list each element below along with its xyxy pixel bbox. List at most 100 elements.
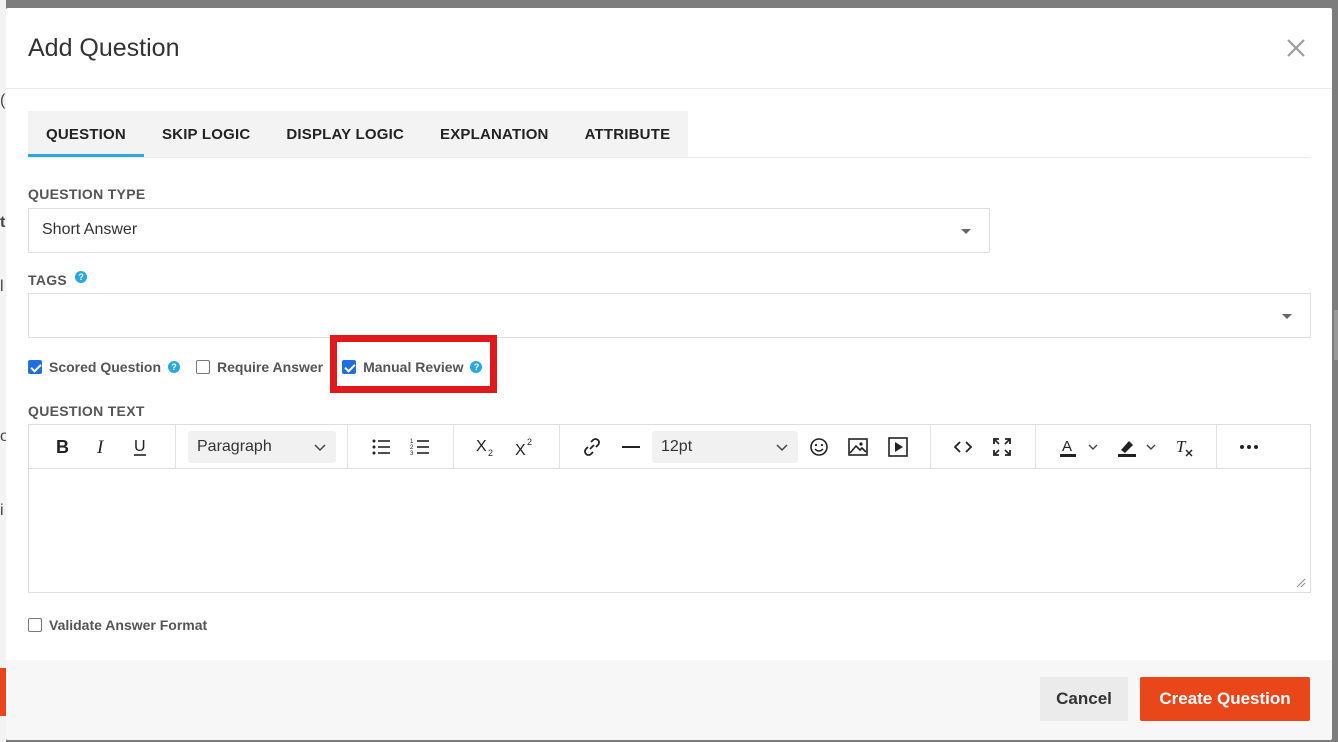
highlight-color-icon (1118, 441, 1156, 457)
toolbar-divider (175, 425, 176, 469)
close-button[interactable] (1282, 34, 1310, 62)
superscript-icon: X2 (515, 437, 532, 458)
svg-text:2: 2 (488, 448, 493, 458)
manual-review-highlight (330, 335, 497, 393)
bold-button[interactable]: B (48, 434, 76, 460)
tabs-divider (28, 157, 1310, 158)
add-question-modal: Add Question QUESTION SKIP LOGIC DISPLAY… (6, 8, 1332, 740)
horizontal-rule-button[interactable] (617, 434, 645, 460)
underline-button[interactable]: U (126, 434, 154, 460)
dropdown-caret-icon (1282, 314, 1292, 319)
code-icon (953, 441, 973, 453)
background-fragment: t (0, 214, 6, 231)
tab-explanation[interactable]: EXPLANATION (422, 111, 567, 157)
tab-attribute[interactable]: ATTRIBUTE (567, 111, 689, 157)
require-answer-label: Require Answer (217, 359, 324, 375)
image-icon (848, 438, 868, 456)
italic-button[interactable]: I (87, 434, 115, 460)
close-icon (1287, 39, 1305, 57)
help-icon[interactable]: ? (168, 361, 181, 373)
image-button[interactable] (844, 434, 872, 460)
background-fragment: l (0, 278, 4, 295)
toolbar-divider (559, 425, 560, 469)
svg-text:U: U (134, 438, 146, 455)
resize-handle-icon[interactable] (1296, 578, 1306, 588)
svg-text:X: X (476, 438, 487, 455)
link-icon (584, 438, 600, 456)
bold-icon: B (56, 437, 69, 457)
text-color-button[interactable]: A (1054, 434, 1104, 460)
validate-answer-format-row: Validate Answer Format (28, 615, 207, 635)
rich-text-editor: B I U Paragraph 1 2 3 X 2 X 2 12pt A T (28, 424, 1311, 593)
tab-question[interactable]: QUESTION (28, 111, 144, 157)
svg-text:T: T (1176, 437, 1187, 456)
question-text-label: QUESTION TEXT (28, 403, 145, 419)
block-format-dropdown[interactable]: Paragraph (188, 431, 336, 463)
modal-title: Add Question (28, 34, 180, 62)
validate-answer-format-checkbox[interactable] (28, 618, 42, 632)
svg-text:2: 2 (527, 437, 532, 447)
question-type-select[interactable]: Short Answer (28, 208, 990, 253)
text-color-icon: A (1060, 438, 1098, 457)
modal-footer (6, 660, 1332, 740)
svg-text:3: 3 (410, 451, 414, 457)
question-type-value: Short Answer (42, 221, 138, 238)
emoji-icon (810, 438, 828, 456)
help-icon[interactable]: ? (75, 271, 88, 284)
subscript-button[interactable]: X2 (472, 434, 500, 460)
toolbar-divider (1035, 425, 1036, 469)
toolbar-divider (1216, 425, 1217, 469)
emoji-button[interactable] (805, 434, 833, 460)
tab-bar: QUESTION SKIP LOGIC DISPLAY LOGIC EXPLAN… (28, 111, 689, 157)
video-icon (888, 437, 908, 457)
svg-text:B: B (56, 437, 69, 457)
modal-header: Add Question (6, 8, 1332, 89)
source-code-button[interactable] (949, 434, 977, 460)
clear-format-button[interactable]: T (1170, 434, 1198, 460)
fullscreen-button[interactable] (988, 434, 1016, 460)
italic-icon: I (96, 437, 105, 458)
toolbar-divider (347, 425, 348, 469)
highlight-color-button[interactable] (1112, 434, 1162, 460)
create-question-button[interactable]: Create Question (1140, 677, 1310, 721)
scored-question-checkbox[interactable] (28, 360, 42, 374)
svg-text:A: A (1062, 438, 1072, 455)
tags-label-text: TAGS (28, 272, 68, 288)
font-size-dropdown[interactable]: 12pt (652, 431, 798, 463)
editor-content-area[interactable] (29, 470, 1310, 592)
tags-select[interactable] (28, 293, 1311, 338)
bullet-list-icon (372, 439, 390, 455)
clear-format-icon: T (1176, 437, 1193, 457)
more-button[interactable] (1235, 434, 1263, 460)
more-icon (1240, 445, 1258, 449)
tags-label: TAGS ? (28, 271, 88, 288)
question-type-label: QUESTION TYPE (28, 186, 146, 202)
require-answer-checkbox[interactable] (196, 360, 211, 374)
bullet-list-button[interactable] (367, 434, 395, 460)
dropdown-caret-icon (961, 229, 971, 234)
toolbar-divider (453, 425, 454, 469)
svg-text:X: X (515, 442, 526, 458)
tab-display-logic[interactable]: DISPLAY LOGIC (268, 111, 422, 157)
background-scrollbar (1334, 310, 1338, 360)
numbered-list-icon: 1 2 3 (410, 439, 429, 457)
svg-text:I: I (96, 437, 105, 458)
horizontal-rule-icon (622, 446, 640, 448)
video-button[interactable] (884, 434, 912, 460)
fullscreen-icon (993, 438, 1011, 456)
tab-skip-logic[interactable]: SKIP LOGIC (144, 111, 268, 157)
scored-question-label: Scored Question (49, 359, 162, 375)
font-size-value: 12pt (661, 438, 693, 455)
subscript-icon: X2 (476, 438, 493, 458)
chevron-down-icon (776, 444, 788, 452)
cancel-button[interactable]: Cancel (1040, 677, 1128, 721)
link-button[interactable] (578, 434, 606, 460)
superscript-button[interactable]: X2 (511, 434, 539, 460)
background-fragment: i (0, 502, 4, 519)
chevron-down-icon (314, 444, 326, 452)
block-format-value: Paragraph (197, 438, 272, 455)
toolbar-divider (930, 425, 931, 469)
validate-answer-format-label: Validate Answer Format (49, 617, 208, 633)
numbered-list-button[interactable]: 1 2 3 (406, 434, 434, 460)
editor-toolbar: B I U Paragraph 1 2 3 X 2 X 2 12pt A T (29, 425, 1310, 469)
